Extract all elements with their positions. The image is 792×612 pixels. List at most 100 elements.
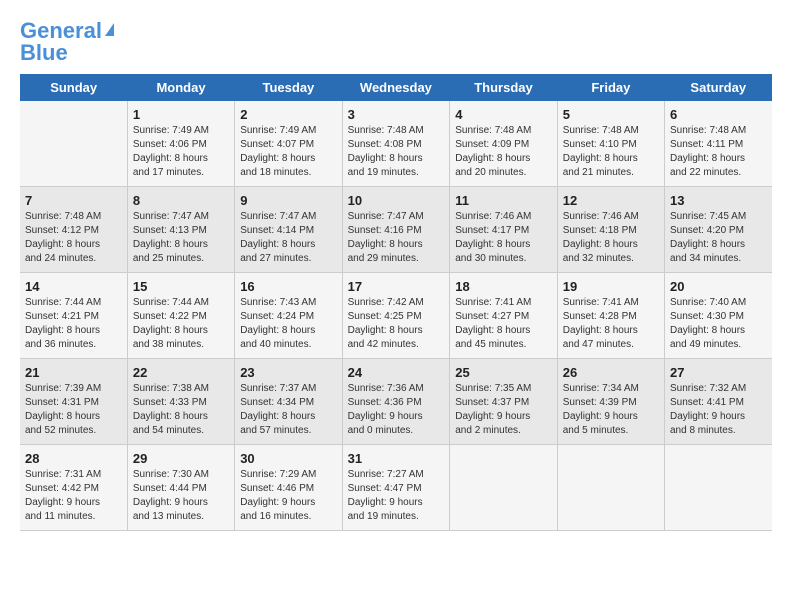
calendar-cell: 26Sunrise: 7:34 AMSunset: 4:39 PMDayligh… xyxy=(557,359,664,445)
logo: General Blue xyxy=(20,20,114,64)
calendar-cell: 6Sunrise: 7:48 AMSunset: 4:11 PMDaylight… xyxy=(665,101,773,187)
day-info: Sunrise: 7:41 AMSunset: 4:28 PMDaylight:… xyxy=(563,296,659,352)
day-number: 8 xyxy=(133,193,229,208)
calendar-cell xyxy=(665,445,773,531)
calendar-cell: 30 Sunrise: 7:29 AMSunset: 4:46 PMDayligh… xyxy=(235,445,342,531)
day-info: Sunrise: 7:48 AMSunset: 4:10 PMDaylight:… xyxy=(563,124,659,180)
calendar-cell: 21Sunrise: 7:39 AMSunset: 4:31 PMDayligh… xyxy=(20,359,127,445)
day-number: 6 xyxy=(670,107,767,122)
week-row-1: 1 Sunrise: 7:49 AMSunset: 4:06 PMDaylight… xyxy=(20,101,772,187)
weekday-header-row: SundayMondayTuesdayWednesdayThursdayFrid… xyxy=(20,74,772,101)
calendar-cell: 10 Sunrise: 7:47 AMSunset: 4:16 PMDayligh… xyxy=(342,187,450,273)
day-number: 2 xyxy=(240,107,336,122)
day-number: 25 xyxy=(455,365,551,380)
calendar-cell: 14 Sunrise: 7:44 AMSunset: 4:21 PMDayligh… xyxy=(20,273,127,359)
calendar-cell: 7 Sunrise: 7:48 AMSunset: 4:12 PMDaylight… xyxy=(20,187,127,273)
weekday-header-thursday: Thursday xyxy=(450,74,557,101)
calendar-cell: 19 Sunrise: 7:41 AMSunset: 4:28 PMDayligh… xyxy=(557,273,664,359)
weekday-header-wednesday: Wednesday xyxy=(342,74,450,101)
day-info: Sunrise: 7:31 AMSunset: 4:42 PMDaylight:… xyxy=(25,468,122,524)
calendar-cell: 20 Sunrise: 7:40 AMSunset: 4:30 PMDayligh… xyxy=(665,273,773,359)
day-number: 1 xyxy=(133,107,229,122)
day-info: Sunrise: 7:46 AMSunset: 4:18 PMDaylight:… xyxy=(563,210,659,266)
weekday-header-saturday: Saturday xyxy=(665,74,773,101)
calendar-cell: 9Sunrise: 7:47 AMSunset: 4:14 PMDaylight… xyxy=(235,187,342,273)
calendar-table: SundayMondayTuesdayWednesdayThursdayFrid… xyxy=(20,74,772,531)
day-number: 29 xyxy=(133,451,229,466)
day-number: 5 xyxy=(563,107,659,122)
day-number: 30 xyxy=(240,451,336,466)
day-info: Sunrise: 7:47 AMSunset: 4:13 PMDaylight:… xyxy=(133,210,229,266)
calendar-cell: 28 Sunrise: 7:31 AMSunset: 4:42 PMDayligh… xyxy=(20,445,127,531)
day-number: 28 xyxy=(25,451,122,466)
day-info: Sunrise: 7:49 AMSunset: 4:07 PMDaylight:… xyxy=(240,124,336,180)
day-info: Sunrise: 7:35 AMSunset: 4:37 PMDaylight:… xyxy=(455,382,551,438)
calendar-cell: 8 Sunrise: 7:47 AMSunset: 4:13 PMDaylight… xyxy=(127,187,234,273)
day-number: 24 xyxy=(348,365,445,380)
day-number: 7 xyxy=(25,193,122,208)
calendar-cell: 25 Sunrise: 7:35 AMSunset: 4:37 PMDayligh… xyxy=(450,359,557,445)
day-number: 12 xyxy=(563,193,659,208)
week-row-2: 7 Sunrise: 7:48 AMSunset: 4:12 PMDaylight… xyxy=(20,187,772,273)
calendar-cell: 31Sunrise: 7:27 AMSunset: 4:47 PMDayligh… xyxy=(342,445,450,531)
calendar-cell: 15Sunrise: 7:44 AMSunset: 4:22 PMDayligh… xyxy=(127,273,234,359)
day-number: 9 xyxy=(240,193,336,208)
day-number: 4 xyxy=(455,107,551,122)
week-row-3: 14 Sunrise: 7:44 AMSunset: 4:21 PMDayligh… xyxy=(20,273,772,359)
day-info: Sunrise: 7:48 AMSunset: 4:12 PMDaylight:… xyxy=(25,210,122,266)
calendar-cell: 29 Sunrise: 7:30 AMSunset: 4:44 PMDayligh… xyxy=(127,445,234,531)
weekday-header-friday: Friday xyxy=(557,74,664,101)
weekday-header-monday: Monday xyxy=(127,74,234,101)
day-info: Sunrise: 7:48 AMSunset: 4:09 PMDaylight:… xyxy=(455,124,551,180)
day-info: Sunrise: 7:47 AMSunset: 4:16 PMDaylight:… xyxy=(348,210,445,266)
weekday-header-tuesday: Tuesday xyxy=(235,74,342,101)
day-number: 22 xyxy=(133,365,229,380)
day-info: Sunrise: 7:38 AMSunset: 4:33 PMDaylight:… xyxy=(133,382,229,438)
day-number: 17 xyxy=(348,279,445,294)
day-info: Sunrise: 7:39 AMSunset: 4:31 PMDaylight:… xyxy=(25,382,122,438)
calendar-cell: 16 Sunrise: 7:43 AMSunset: 4:24 PMDayligh… xyxy=(235,273,342,359)
day-number: 14 xyxy=(25,279,122,294)
day-number: 26 xyxy=(563,365,659,380)
day-number: 27 xyxy=(670,365,767,380)
calendar-cell xyxy=(20,101,127,187)
day-info: Sunrise: 7:29 AMSunset: 4:46 PMDaylight:… xyxy=(240,468,336,524)
day-info: Sunrise: 7:42 AMSunset: 4:25 PMDaylight:… xyxy=(348,296,445,352)
logo-icon xyxy=(105,23,114,36)
day-info: Sunrise: 7:44 AMSunset: 4:21 PMDaylight:… xyxy=(25,296,122,352)
calendar-cell: 12 Sunrise: 7:46 AMSunset: 4:18 PMDayligh… xyxy=(557,187,664,273)
calendar-cell: 17 Sunrise: 7:42 AMSunset: 4:25 PMDayligh… xyxy=(342,273,450,359)
week-row-4: 21Sunrise: 7:39 AMSunset: 4:31 PMDayligh… xyxy=(20,359,772,445)
calendar-cell: 27 Sunrise: 7:32 AMSunset: 4:41 PMDayligh… xyxy=(665,359,773,445)
day-number: 31 xyxy=(348,451,445,466)
day-info: Sunrise: 7:49 AMSunset: 4:06 PMDaylight:… xyxy=(133,124,229,180)
calendar-cell: 23Sunrise: 7:37 AMSunset: 4:34 PMDayligh… xyxy=(235,359,342,445)
day-number: 19 xyxy=(563,279,659,294)
day-number: 10 xyxy=(348,193,445,208)
day-info: Sunrise: 7:45 AMSunset: 4:20 PMDaylight:… xyxy=(670,210,767,266)
day-number: 11 xyxy=(455,193,551,208)
day-number: 23 xyxy=(240,365,336,380)
calendar-cell: 13 Sunrise: 7:45 AMSunset: 4:20 PMDayligh… xyxy=(665,187,773,273)
calendar-cell: 22 Sunrise: 7:38 AMSunset: 4:33 PMDayligh… xyxy=(127,359,234,445)
calendar-cell: 3 Sunrise: 7:48 AMSunset: 4:08 PMDaylight… xyxy=(342,101,450,187)
day-number: 13 xyxy=(670,193,767,208)
day-number: 3 xyxy=(348,107,445,122)
day-info: Sunrise: 7:32 AMSunset: 4:41 PMDaylight:… xyxy=(670,382,767,438)
calendar-cell xyxy=(557,445,664,531)
day-info: Sunrise: 7:41 AMSunset: 4:27 PMDaylight:… xyxy=(455,296,551,352)
day-number: 16 xyxy=(240,279,336,294)
calendar-cell: 18Sunrise: 7:41 AMSunset: 4:27 PMDayligh… xyxy=(450,273,557,359)
day-number: 20 xyxy=(670,279,767,294)
day-info: Sunrise: 7:36 AMSunset: 4:36 PMDaylight:… xyxy=(348,382,445,438)
day-info: Sunrise: 7:43 AMSunset: 4:24 PMDaylight:… xyxy=(240,296,336,352)
day-info: Sunrise: 7:48 AMSunset: 4:08 PMDaylight:… xyxy=(348,124,445,180)
logo-text: General xyxy=(20,20,102,42)
page-header: General Blue xyxy=(20,20,772,64)
calendar-cell: 4 Sunrise: 7:48 AMSunset: 4:09 PMDaylight… xyxy=(450,101,557,187)
day-info: Sunrise: 7:30 AMSunset: 4:44 PMDaylight:… xyxy=(133,468,229,524)
day-info: Sunrise: 7:40 AMSunset: 4:30 PMDaylight:… xyxy=(670,296,767,352)
week-row-5: 28 Sunrise: 7:31 AMSunset: 4:42 PMDayligh… xyxy=(20,445,772,531)
calendar-cell: 1 Sunrise: 7:49 AMSunset: 4:06 PMDaylight… xyxy=(127,101,234,187)
logo-blue-text: Blue xyxy=(20,42,68,64)
